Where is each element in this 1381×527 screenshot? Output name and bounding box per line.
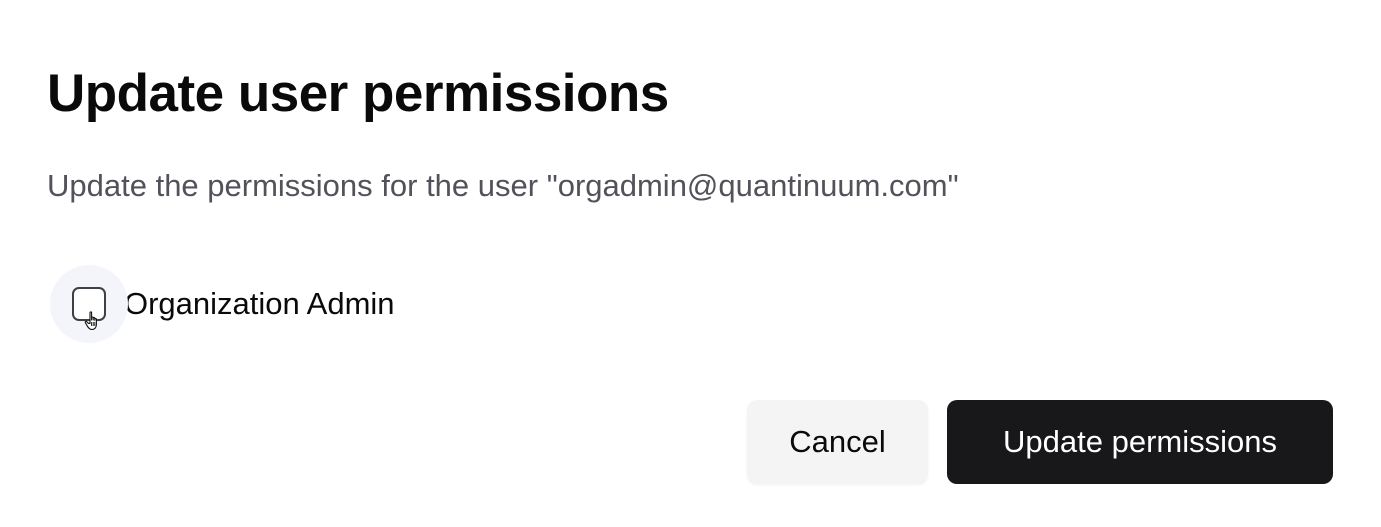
dialog-description: Update the permissions for the user "org… (47, 168, 959, 203)
dialog-title: Update user permissions (47, 64, 669, 123)
permission-option-organization-admin[interactable]: Organization Admin (50, 265, 395, 343)
permission-label: Organization Admin (124, 286, 395, 321)
cancel-button[interactable]: Cancel (747, 400, 928, 484)
update-permissions-button[interactable]: Update permissions (947, 400, 1333, 484)
checkbox-hover-halo (50, 265, 128, 343)
hand-pointer-icon (84, 311, 97, 331)
update-permissions-dialog: Update user permissions Update the permi… (0, 0, 1381, 527)
